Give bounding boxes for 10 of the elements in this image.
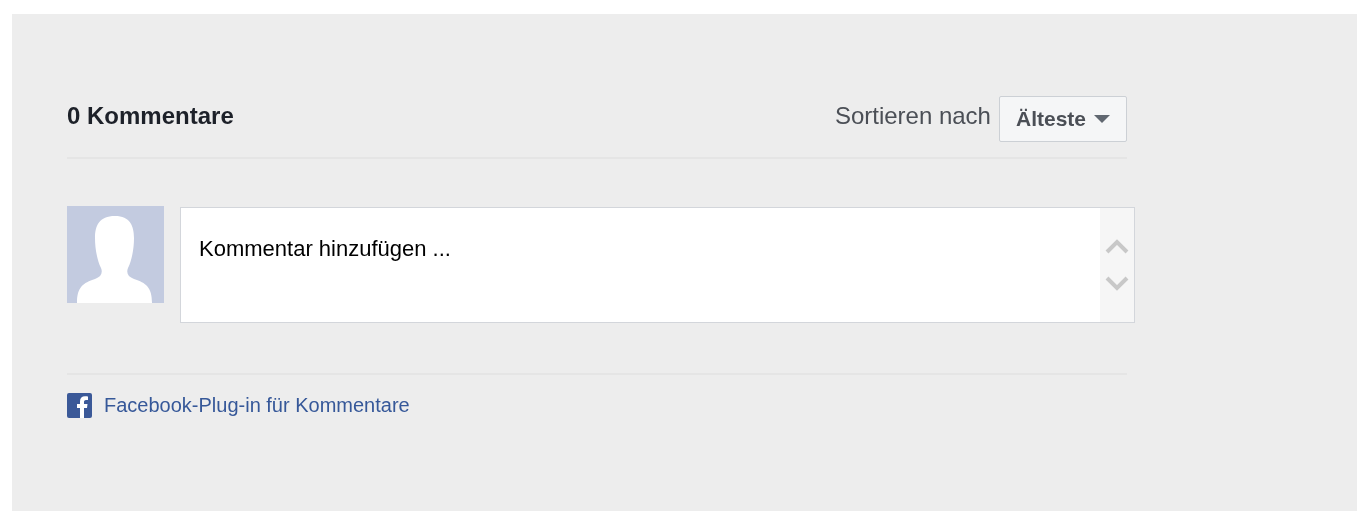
avatar-silhouette-icon — [67, 206, 164, 303]
comments-plugin-link[interactable]: Facebook-Plug-in für Kommentare — [104, 394, 410, 417]
scroll-down-icon[interactable] — [1105, 276, 1129, 292]
caret-icon — [1094, 115, 1110, 123]
facebook-logo-icon — [67, 393, 92, 418]
comment-field[interactable]: Kommentar hinzufügen ... — [180, 207, 1135, 323]
sort-dropdown[interactable]: Älteste — [998, 96, 1127, 142]
sort-label: Sortieren nach — [834, 102, 991, 130]
comment-count-title: 0 Kommentare — [67, 102, 234, 130]
scroll-up-icon[interactable] — [1105, 238, 1129, 254]
